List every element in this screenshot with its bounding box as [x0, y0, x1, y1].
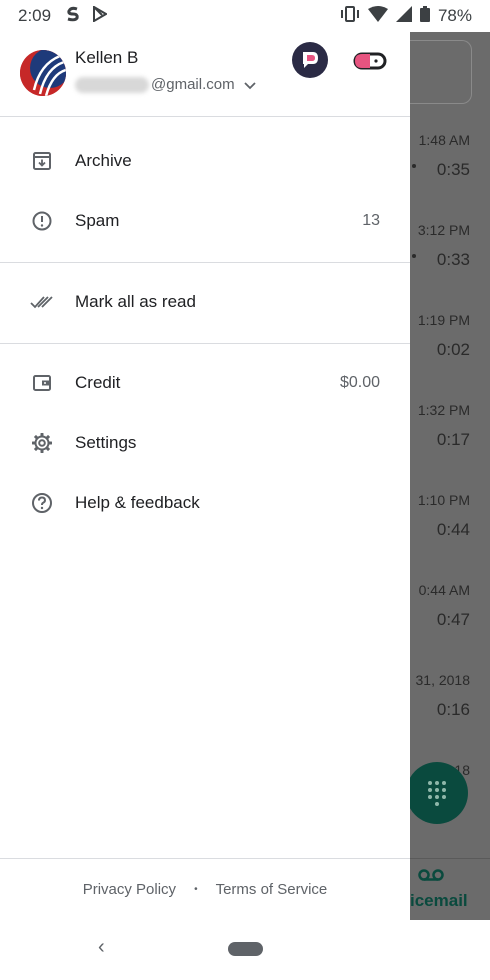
list-item: 1:19 PM 0:02	[417, 312, 470, 359]
vibrate-icon	[340, 5, 360, 27]
chevron-down-icon[interactable]	[243, 78, 257, 92]
s-app-icon	[65, 6, 81, 27]
menu-label-spam: Spam	[75, 211, 120, 230]
list-item: 1:48 AM 0:35	[410, 132, 490, 222]
menu-label-mark-all-read: Mark all as read	[75, 292, 196, 311]
account-name: Kellen B	[75, 48, 139, 67]
archive-icon	[30, 149, 54, 173]
divider	[0, 262, 410, 263]
controller-app-icon[interactable]	[352, 48, 388, 74]
background-search-bar	[410, 40, 472, 104]
email-redacted	[75, 76, 149, 93]
voicemail-tab-label: icemail	[410, 891, 468, 910]
account-email-switcher[interactable]: @gmail.com	[75, 76, 257, 93]
gear-icon	[30, 431, 54, 455]
menu-item-spam[interactable]: Spam 13	[0, 191, 410, 251]
menu-item-credit[interactable]: Credit $0.00	[0, 353, 410, 413]
menu-item-help-feedback[interactable]: Help & feedback	[0, 473, 410, 533]
divider	[0, 343, 410, 344]
drawer-footer: Privacy Policy • Terms of Service	[0, 858, 410, 920]
terms-of-service-link[interactable]: Terms of Service	[216, 881, 328, 898]
background-app-scrim[interactable]: 1:48 AM 0:35 3:12 PM 0:33 1:19 PM 0:02 1…	[410, 32, 490, 920]
chat-app-icon[interactable]	[292, 42, 328, 78]
account-header[interactable]: Kellen B @gmail.com	[0, 32, 410, 116]
menu-label-credit: Credit	[75, 373, 121, 392]
menu-label-settings: Settings	[75, 433, 137, 452]
status-bar: 2:09 78%	[0, 0, 490, 32]
dialpad-icon	[428, 780, 446, 806]
play-store-icon	[93, 4, 109, 27]
avatar[interactable]	[20, 50, 66, 96]
wallet-icon	[30, 371, 54, 395]
wifi-icon	[367, 5, 388, 27]
menu-item-settings[interactable]: Settings	[0, 413, 410, 473]
help-icon	[30, 491, 54, 515]
privacy-policy-link[interactable]: Privacy Policy	[83, 881, 176, 898]
menu-item-archive[interactable]: Archive	[0, 131, 410, 191]
list-item: 1:32 PM 0:17	[417, 402, 470, 449]
signal-icon	[395, 5, 412, 27]
home-pill[interactable]	[228, 942, 263, 956]
navigation-drawer: Kellen B @gmail.com Archive Spam 13 Mark…	[0, 32, 410, 920]
list-item: 31, 2018 0:16	[415, 672, 471, 719]
menu-label-help-feedback: Help & feedback	[75, 493, 200, 512]
account-email: @gmail.com	[151, 76, 235, 93]
background-bottom-nav: icemail	[410, 858, 490, 920]
spam-count-badge: 13	[362, 212, 380, 229]
list-item: 1:10 PM 0:44	[417, 492, 470, 539]
status-time: 2:09	[18, 6, 52, 25]
credit-balance: $0.00	[339, 374, 380, 391]
system-nav-bar: ‹	[0, 920, 490, 980]
double-check-icon	[30, 290, 54, 314]
battery-icon	[419, 5, 430, 27]
list-item: 3:12 PM 0:33	[410, 222, 490, 312]
voicemail-icon	[418, 869, 444, 881]
list-item: 0:44 AM 0:47	[418, 582, 470, 629]
battery-percent: 78%	[437, 6, 472, 25]
back-icon[interactable]: ‹	[98, 936, 105, 959]
footer-separator: •	[194, 884, 198, 895]
divider	[0, 116, 410, 117]
menu-label-archive: Archive	[75, 151, 132, 170]
menu-item-mark-all-read[interactable]: Mark all as read	[0, 272, 410, 332]
spam-alert-icon	[30, 209, 54, 233]
